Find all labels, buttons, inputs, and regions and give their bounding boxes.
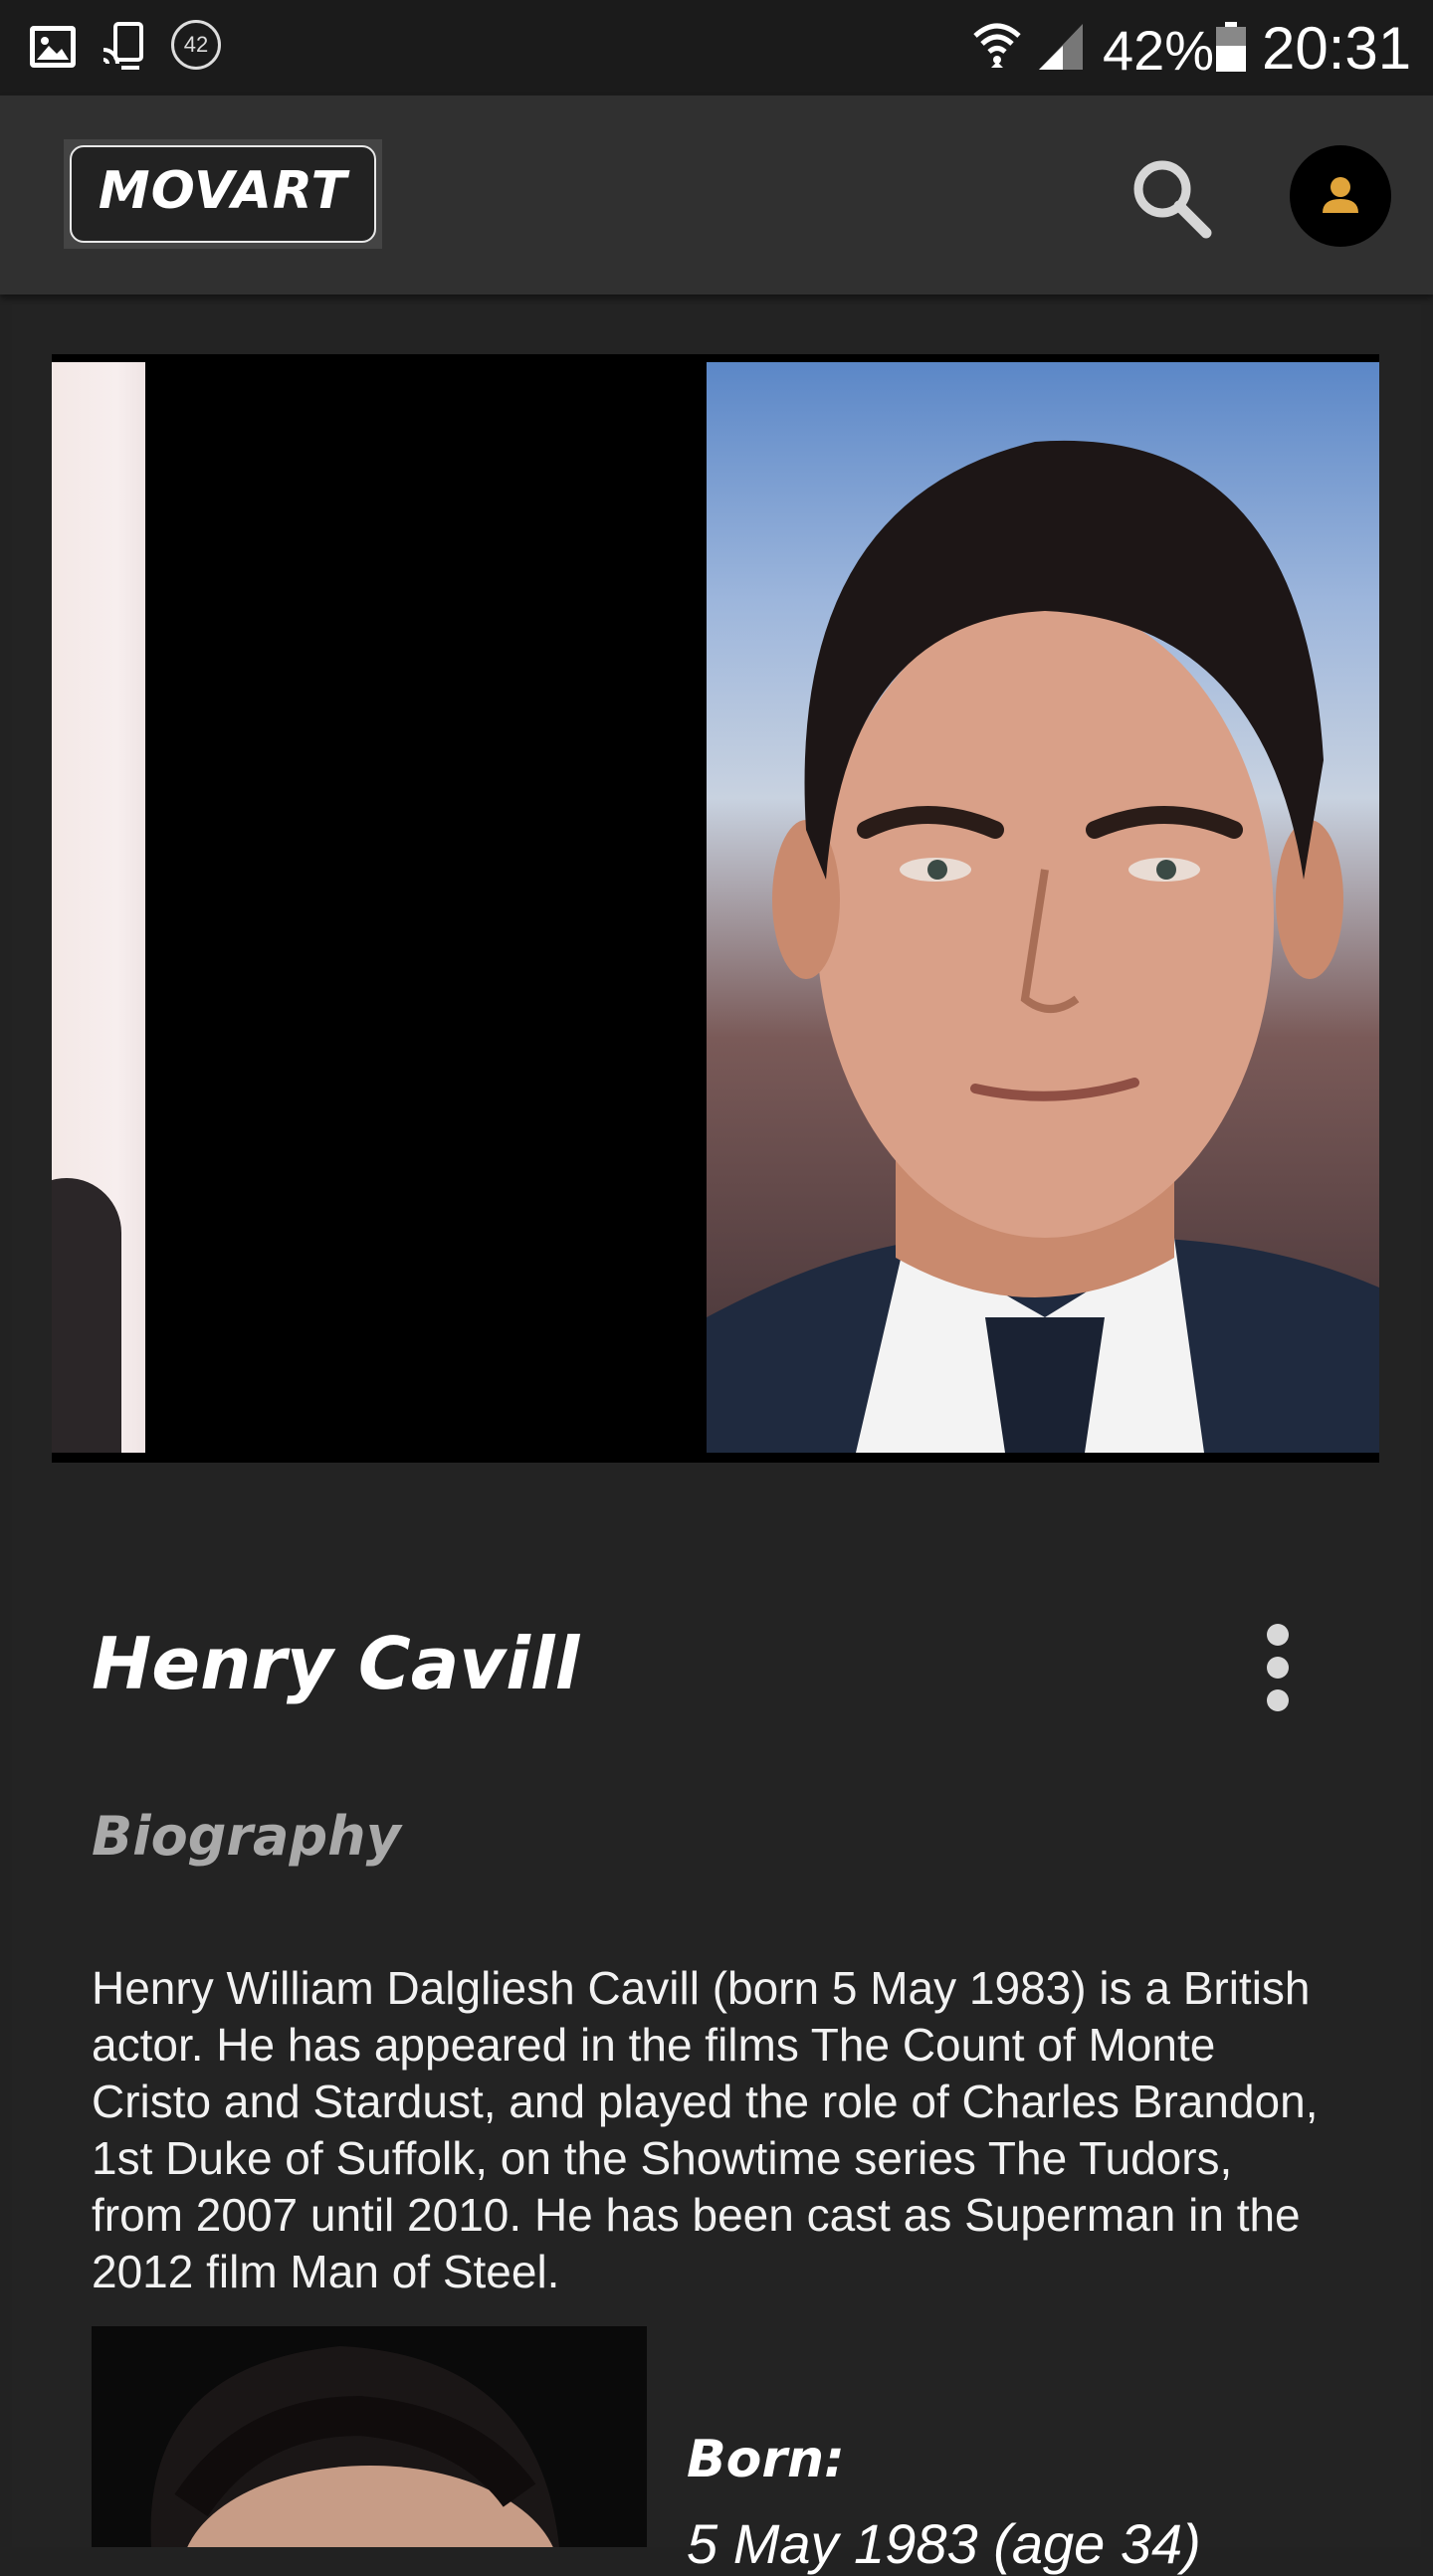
photo-carousel[interactable]: [52, 354, 1379, 1463]
photo-silhouette: [52, 1178, 121, 1453]
clock: 20:31: [1262, 15, 1412, 82]
status-bar: 42 42% 20:31: [0, 0, 1433, 96]
search-icon[interactable]: [1126, 153, 1216, 243]
more-dot: [1267, 1689, 1289, 1711]
logo[interactable]: MOVART: [64, 139, 382, 249]
notification-badge-icon: 42: [171, 20, 221, 70]
wifi-icon: [973, 23, 1021, 68]
section-title-biography: Biography: [92, 1805, 401, 1868]
person-name: Henry Cavill: [92, 1622, 580, 1705]
biography-text: Henry William Dalgliesh Cavill (born 5 M…: [92, 1962, 1319, 2297]
cast-icon: [102, 22, 143, 70]
born-value: 5 May 1983 (age 34): [687, 2512, 1201, 2575]
more-dot: [1267, 1657, 1289, 1679]
app-bar: MOVART: [0, 96, 1433, 295]
profile-photo: [92, 2326, 647, 2547]
battery-icon: [1216, 22, 1246, 72]
account-button[interactable]: [1290, 145, 1391, 247]
more-options-icon[interactable]: [1258, 1624, 1298, 1711]
born-label: Born:: [687, 2430, 845, 2489]
image-icon: [30, 26, 76, 68]
carousel-photo-previous[interactable]: [52, 362, 145, 1453]
profile-photo-image: [150, 2346, 559, 2547]
carousel-photo-current[interactable]: [707, 362, 1379, 1453]
signal-icon: [1039, 24, 1083, 70]
more-dot: [1267, 1624, 1289, 1646]
battery-percent: 42%: [1103, 19, 1215, 82]
actor-portrait-photo: [707, 440, 1379, 1453]
account-icon: [1323, 177, 1358, 213]
logo-text: MOVART: [70, 145, 376, 243]
